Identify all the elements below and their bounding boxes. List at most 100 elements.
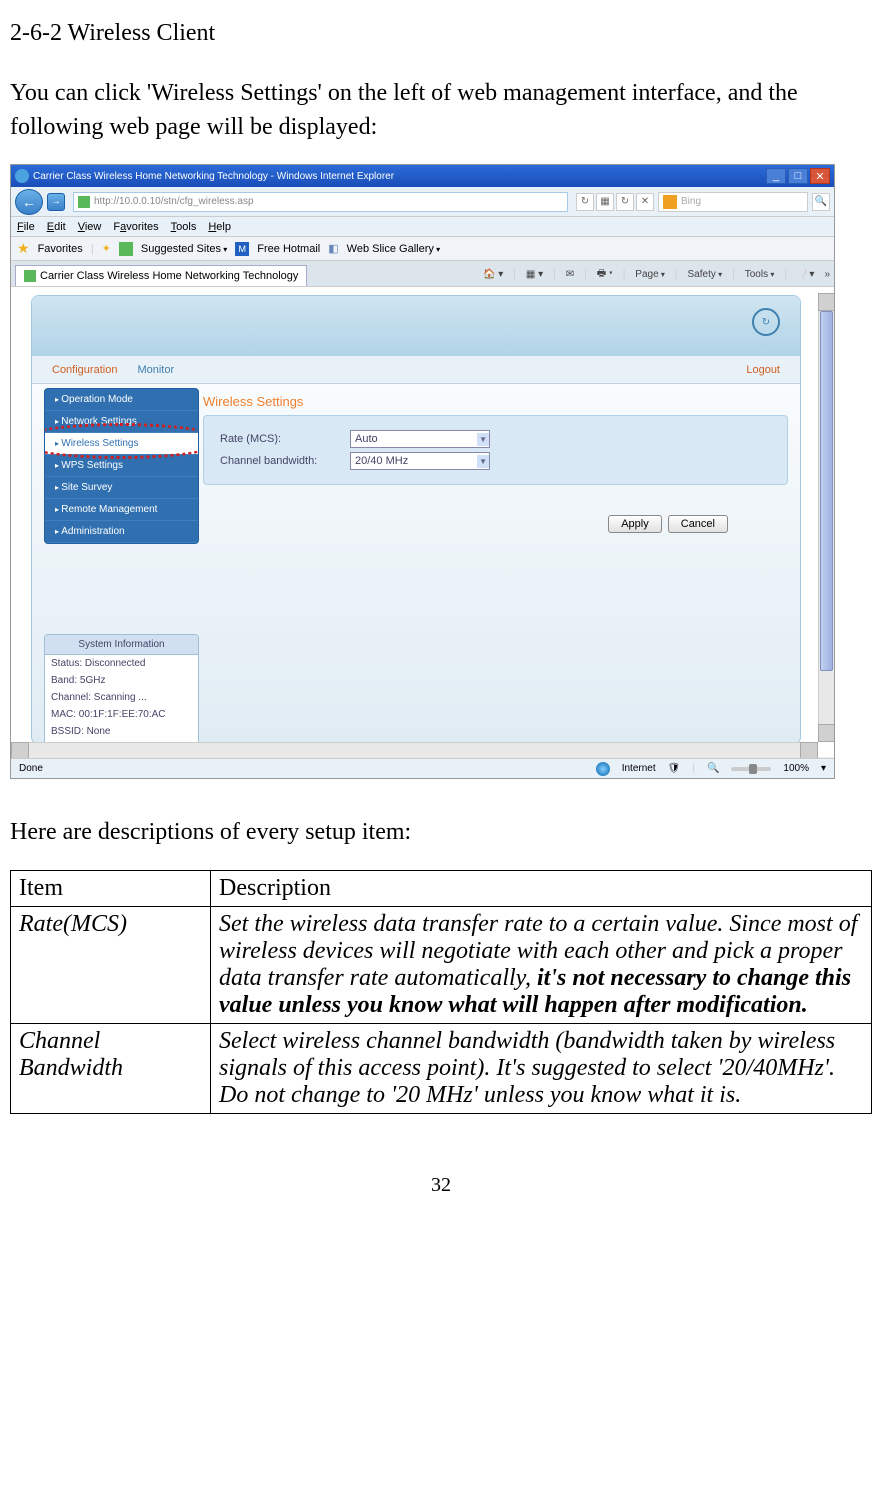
- menu-network-settings[interactable]: Network Settings: [45, 411, 198, 433]
- menu-tools[interactable]: Tools: [171, 221, 197, 233]
- close-button[interactable]: ✕: [810, 168, 830, 184]
- tab-favicon: [24, 270, 36, 282]
- apply-button[interactable]: Apply: [608, 515, 662, 533]
- menu-help[interactable]: Help: [208, 221, 231, 233]
- td-bw-desc: Select wireless channel bandwidth (bandw…: [211, 1024, 872, 1114]
- tab-monitor[interactable]: Monitor: [137, 364, 174, 376]
- url-text: http://10.0.0.10/stn/cfg_wireless.asp: [94, 196, 254, 207]
- status-zone: Internet: [622, 763, 656, 774]
- internet-zone-icon: [596, 762, 610, 776]
- page-content: ↻ Configuration Monitor Logout Operation…: [11, 287, 834, 757]
- protected-mode-icon: 🛡: [668, 763, 681, 774]
- td-rate-desc: Set the wireless data transfer rate to a…: [211, 907, 872, 1024]
- router-ui-panel: ↻ Configuration Monitor Logout Operation…: [31, 295, 801, 745]
- menu-remote-management[interactable]: Remote Management: [45, 499, 198, 521]
- status-bar: Done Internet 🛡 | 🔍 100% ▾: [11, 758, 834, 778]
- banner: ↻: [32, 296, 800, 356]
- mail-icon[interactable]: ✉: [566, 269, 574, 280]
- menu-wireless-label: Wireless Settings: [61, 438, 138, 449]
- menu-file[interactable]: File: [17, 221, 35, 233]
- menu-wireless-settings[interactable]: Wireless Settings: [45, 433, 198, 455]
- wireless-settings-header: Wireless Settings: [203, 388, 788, 415]
- favorites-bar: ★ Favorites | ✦ Suggested Sites M Free H…: [11, 237, 834, 261]
- horizontal-scrollbar[interactable]: [11, 742, 818, 758]
- browser-navbar: ← → http://10.0.0.10/stn/cfg_wireless.as…: [11, 187, 834, 217]
- window-title: Carrier Class Wireless Home Networking T…: [33, 171, 394, 182]
- menu-edit[interactable]: Edit: [47, 221, 66, 233]
- rate-label: Rate (MCS):: [220, 433, 350, 445]
- zoom-slider[interactable]: [731, 767, 771, 771]
- slice-icon: ◧: [328, 242, 338, 255]
- feed-icon[interactable]: ▦ ▾: [526, 269, 543, 280]
- free-hotmail[interactable]: Free Hotmail: [257, 243, 320, 255]
- td-rate-item: Rate(MCS): [11, 907, 211, 1024]
- section-title: 2-6-2 Wireless Client: [10, 20, 872, 47]
- tab-configuration[interactable]: Configuration: [52, 364, 117, 376]
- tab-title: Carrier Class Wireless Home Networking T…: [40, 270, 298, 282]
- favorites-star-icon[interactable]: ★: [17, 240, 30, 257]
- app-nav-tabs: Configuration Monitor Logout: [32, 356, 800, 384]
- suggested-sites[interactable]: Suggested Sites: [141, 243, 227, 255]
- scrollbar-thumb[interactable]: [820, 311, 833, 671]
- sysinfo-status: Status: Disconnected: [45, 655, 198, 672]
- intro-paragraph: You can click 'Wireless Settings' on the…: [10, 77, 872, 144]
- compat-button[interactable]: ▦: [596, 193, 614, 211]
- banner-refresh-icon[interactable]: ↻: [752, 308, 780, 336]
- th-item: Item: [11, 871, 211, 907]
- sysinfo-channel: Channel: Scanning ...: [45, 689, 198, 706]
- main-panel: Wireless Settings Rate (MCS): Auto Chann…: [203, 388, 788, 745]
- vertical-scrollbar[interactable]: [818, 293, 834, 742]
- td-bw-item: Channel Bandwidth: [11, 1024, 211, 1114]
- web-slice[interactable]: Web Slice Gallery: [347, 243, 440, 255]
- browser-screenshot: Carrier Class Wireless Home Networking T…: [10, 164, 835, 779]
- sysinfo-bssid: BSSID: None: [45, 723, 198, 740]
- settings-box: Rate (MCS): Auto Channel bandwidth: 20/4…: [203, 415, 788, 485]
- window-titlebar: Carrier Class Wireless Home Networking T…: [11, 165, 834, 187]
- print-icon[interactable]: 🖶 ▾: [597, 266, 613, 283]
- search-button[interactable]: 🔍: [812, 193, 830, 211]
- safety-menu[interactable]: Safety: [688, 269, 723, 280]
- menu-administration[interactable]: Administration: [45, 521, 198, 543]
- search-provider: Bing: [681, 196, 701, 207]
- bandwidth-label: Channel bandwidth:: [220, 455, 350, 467]
- favorites-label[interactable]: Favorites: [38, 243, 83, 255]
- suggested-icon: [119, 242, 133, 256]
- hotmail-icon: M: [235, 242, 249, 256]
- tab-row: Carrier Class Wireless Home Networking T…: [11, 261, 834, 287]
- menu-view[interactable]: View: [78, 221, 102, 233]
- logout-link[interactable]: Logout: [746, 364, 780, 376]
- active-tab[interactable]: Carrier Class Wireless Home Networking T…: [15, 265, 307, 286]
- stop-button[interactable]: ✕: [636, 193, 654, 211]
- tools-menu[interactable]: Tools: [745, 269, 775, 280]
- menu-site-survey[interactable]: Site Survey: [45, 477, 198, 499]
- back-button[interactable]: ←: [15, 189, 43, 215]
- minimize-button[interactable]: _: [766, 168, 786, 184]
- bing-icon: [663, 195, 677, 209]
- address-bar[interactable]: http://10.0.0.10/stn/cfg_wireless.asp: [73, 192, 568, 212]
- forward-button[interactable]: →: [47, 193, 65, 211]
- go-button[interactable]: ↻: [576, 193, 594, 211]
- page-menu[interactable]: Page: [635, 269, 665, 280]
- browser-menubar: File Edit View Favorites Tools Help: [11, 217, 834, 237]
- cancel-button[interactable]: Cancel: [668, 515, 728, 533]
- zoom-icon[interactable]: 🔍: [707, 763, 719, 774]
- home-icon[interactable]: 🏠 ▾: [483, 269, 503, 280]
- sidebar-panel: Operation Mode Network Settings Wireless…: [44, 388, 199, 745]
- zoom-dropdown[interactable]: ▾: [821, 763, 826, 774]
- zoom-label[interactable]: 100%: [783, 763, 809, 774]
- search-box[interactable]: Bing: [658, 192, 808, 212]
- sysinfo-header: System Information: [45, 635, 198, 655]
- refresh-button[interactable]: ↻: [616, 193, 634, 211]
- page-number: 32: [10, 1174, 872, 1197]
- menu-favorites[interactable]: Favorites: [113, 221, 158, 233]
- help-icon[interactable]: ❔▾: [797, 269, 814, 280]
- rate-select[interactable]: Auto: [350, 430, 490, 448]
- bandwidth-select[interactable]: 20/40 MHz: [350, 452, 490, 470]
- site-favicon: [78, 196, 90, 208]
- expand-icon[interactable]: »: [824, 269, 830, 280]
- maximize-button[interactable]: □: [788, 168, 808, 184]
- sysinfo-band: Band: 5GHz: [45, 672, 198, 689]
- menu-wps-settings[interactable]: WPS Settings: [45, 455, 198, 477]
- description-intro: Here are descriptions of every setup ite…: [10, 819, 872, 846]
- menu-operation-mode[interactable]: Operation Mode: [45, 389, 198, 411]
